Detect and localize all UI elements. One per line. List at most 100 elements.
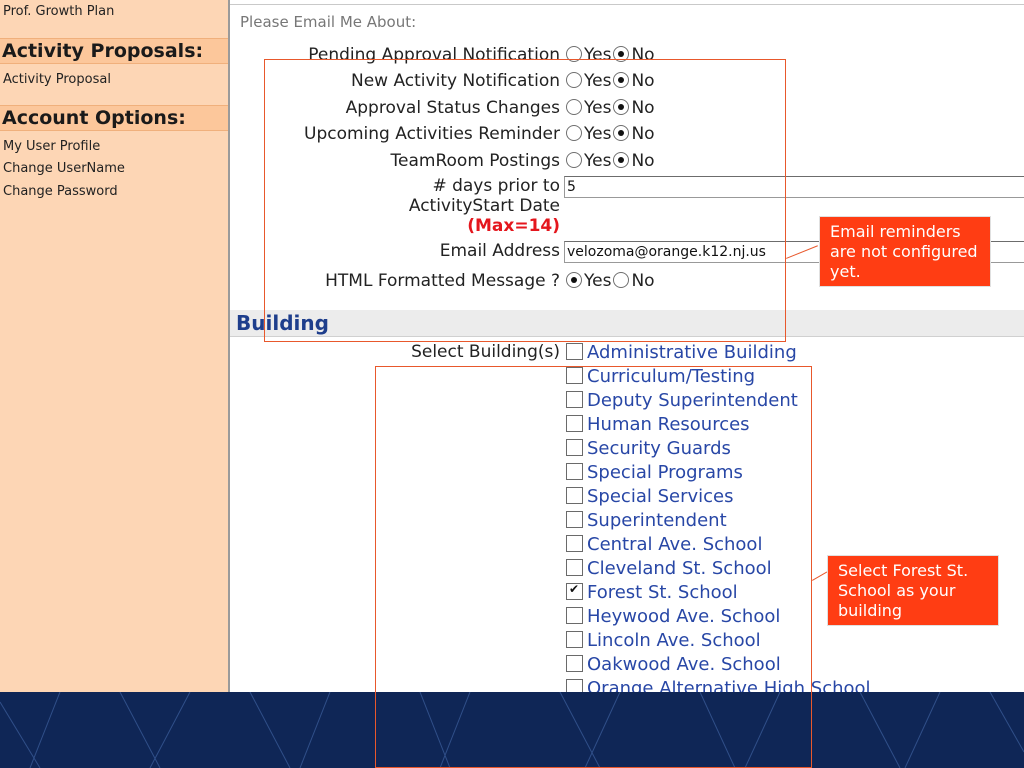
radio-no[interactable] xyxy=(613,71,630,88)
building-option-label[interactable]: Lincoln Ave. School xyxy=(587,630,761,651)
radio-no[interactable] xyxy=(613,45,630,62)
building-option: Administrative Building xyxy=(566,341,797,365)
radio-yes-label: Yes xyxy=(584,45,612,65)
building-option: Central Ave. School xyxy=(566,533,762,557)
radio-yes[interactable] xyxy=(566,124,582,141)
radio-yes[interactable] xyxy=(566,45,582,62)
building-option-label[interactable]: Curriculum/Testing xyxy=(587,366,755,387)
building-option: Oakwood Ave. School xyxy=(566,653,781,677)
radio-yes-label: Yes xyxy=(584,271,612,291)
days-prior-label-line1: # days prior to xyxy=(432,176,560,196)
radio-no[interactable] xyxy=(613,151,630,168)
html-format-label: HTML Formatted Message ? xyxy=(325,271,560,291)
building-checkbox[interactable] xyxy=(566,366,583,384)
email-section-hint: Please Email Me About: xyxy=(240,13,417,31)
building-option: Curriculum/Testing xyxy=(566,365,755,389)
building-checkbox[interactable] xyxy=(566,606,583,624)
sidebar-heading-activity-proposals: Activity Proposals: xyxy=(0,38,228,64)
days-prior-label-line2: ActivityStart Date xyxy=(408,196,560,216)
building-option: Heywood Ave. School xyxy=(566,605,780,629)
building-checkbox[interactable] xyxy=(566,534,583,552)
building-option-label[interactable]: Superintendent xyxy=(587,510,727,531)
radio-no-label: No xyxy=(631,271,655,291)
pref-row-approval-status: Approval Status Changes Yes No xyxy=(230,95,1024,121)
pref-label: Upcoming Activities Reminder xyxy=(304,124,560,144)
radio-yes[interactable] xyxy=(566,151,582,168)
building-option-label[interactable]: Oakwood Ave. School xyxy=(587,654,781,675)
yes-no-control: Yes No xyxy=(566,268,657,294)
sidebar-link-user-profile[interactable]: My User Profile xyxy=(3,139,100,155)
building-option-selected: Forest St. School xyxy=(566,581,738,605)
radio-no[interactable] xyxy=(613,271,630,288)
pref-row-teamroom-postings: TeamRoom Postings Yes No xyxy=(230,148,1024,174)
pref-label: TeamRoom Postings xyxy=(390,151,560,171)
radio-yes-label: Yes xyxy=(584,71,612,91)
sidebar-heading-account-options: Account Options: xyxy=(0,105,228,131)
days-prior-label: # days prior to ActivityStart Date (Max=… xyxy=(409,176,560,236)
building-checkbox[interactable] xyxy=(566,630,583,648)
radio-yes[interactable] xyxy=(566,71,582,88)
radio-yes-label: Yes xyxy=(584,151,612,171)
sidebar-link-change-username[interactable]: Change UserName xyxy=(3,161,125,177)
radio-no-label: No xyxy=(631,45,655,65)
building-option-label[interactable]: Special Programs xyxy=(587,462,743,483)
sidebar-link-change-password[interactable]: Change Password xyxy=(3,184,118,200)
building-option-label[interactable]: Forest St. School xyxy=(587,582,738,603)
radio-yes[interactable] xyxy=(566,98,582,115)
building-checkbox[interactable] xyxy=(566,390,583,408)
building-checkbox[interactable] xyxy=(566,462,583,480)
building-option-label[interactable]: Special Services xyxy=(587,486,733,507)
building-checkbox[interactable] xyxy=(566,414,583,432)
sidebar-link-growth-plan[interactable]: Prof. Growth Plan xyxy=(3,4,114,20)
radio-no-label: No xyxy=(631,124,655,144)
building-option-label[interactable]: Central Ave. School xyxy=(587,534,762,555)
pref-row-pending-approval: Pending Approval Notification Yes No xyxy=(230,42,1024,68)
select-buildings-label: Select Building(s) xyxy=(411,342,560,362)
yes-no-control: Yes No xyxy=(566,95,657,121)
building-option: Deputy Superintendent xyxy=(566,389,798,413)
yes-no-control: Yes No xyxy=(566,42,657,68)
building-section-title: Building xyxy=(236,311,329,335)
building-option-label[interactable]: Security Guards xyxy=(587,438,731,459)
radio-no[interactable] xyxy=(613,98,630,115)
building-checkbox-checked[interactable] xyxy=(566,582,583,600)
building-checkbox[interactable] xyxy=(566,438,583,456)
building-option: Security Guards xyxy=(566,437,731,461)
sidebar-link-activity-proposal[interactable]: Activity Proposal xyxy=(3,72,111,88)
building-checkbox[interactable] xyxy=(566,654,583,672)
pref-label: Approval Status Changes xyxy=(345,98,560,118)
radio-yes[interactable] xyxy=(566,271,582,288)
email-address-label: Email Address xyxy=(439,241,560,261)
building-option-label[interactable]: Deputy Superintendent xyxy=(587,390,798,411)
radio-no-label: No xyxy=(631,151,655,171)
building-checkbox[interactable] xyxy=(566,342,583,360)
yes-no-control: Yes No xyxy=(566,68,657,94)
building-section-header: Building xyxy=(230,310,1024,337)
building-checkbox[interactable] xyxy=(566,486,583,504)
yes-no-control: Yes No xyxy=(566,148,657,174)
building-option: Orange Alternative High School xyxy=(566,677,871,692)
building-option: Special Services xyxy=(566,485,733,509)
email-callout: Email reminders are not configured yet. xyxy=(819,216,991,287)
building-callout: Select Forest St. School as your buildin… xyxy=(827,555,999,626)
radio-yes-label: Yes xyxy=(584,98,612,118)
radio-yes-label: Yes xyxy=(584,124,612,144)
building-option: Superintendent xyxy=(566,509,727,533)
pref-label: Pending Approval Notification xyxy=(308,45,560,65)
pref-label: New Activity Notification xyxy=(350,71,560,91)
radio-no-label: No xyxy=(631,98,655,118)
building-checkbox[interactable] xyxy=(566,678,583,692)
building-option: Special Programs xyxy=(566,461,743,485)
building-option: Lincoln Ave. School xyxy=(566,629,761,653)
screenshot-frame: Prof. Growth Plan Activity Proposals: Ac… xyxy=(0,0,1024,768)
building-option: Human Resources xyxy=(566,413,750,437)
building-option-label[interactable]: Orange Alternative High School xyxy=(587,678,871,692)
building-checkbox[interactable] xyxy=(566,510,583,528)
days-prior-input[interactable] xyxy=(564,176,1024,198)
building-option-label[interactable]: Heywood Ave. School xyxy=(587,606,780,627)
building-option-label[interactable]: Cleveland St. School xyxy=(587,558,772,579)
building-option-label[interactable]: Human Resources xyxy=(587,414,750,435)
building-checkbox[interactable] xyxy=(566,558,583,576)
radio-no[interactable] xyxy=(613,124,630,141)
building-option-label[interactable]: Administrative Building xyxy=(587,342,797,363)
